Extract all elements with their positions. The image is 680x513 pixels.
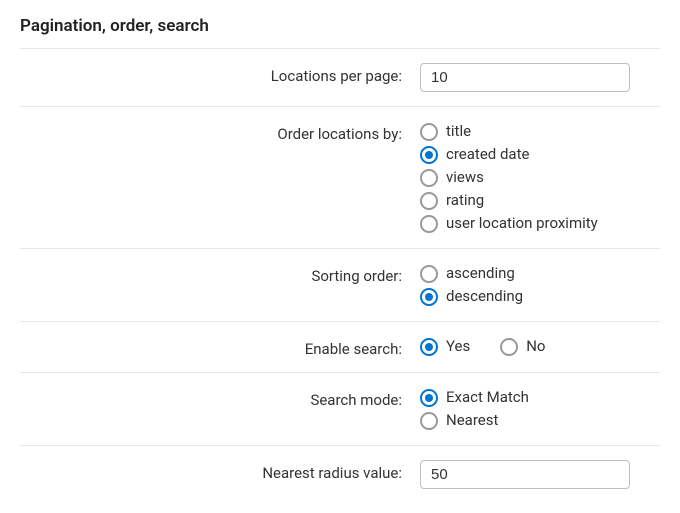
radio-label: No <box>526 336 545 357</box>
radio-label: views <box>446 167 484 188</box>
sorting-order-label: Sorting order: <box>20 263 420 285</box>
order-by-radio-group: title created date views rating user loc… <box>420 121 660 234</box>
nearest-radius-label: Nearest radius value: <box>20 460 420 482</box>
radio-label: title <box>446 121 471 142</box>
radio-icon <box>420 265 438 283</box>
radio-label: user location proximity <box>446 213 598 234</box>
search-mode-nearest[interactable]: Nearest <box>420 410 660 431</box>
order-by-label: Order locations by: <box>20 121 420 143</box>
section-title: Pagination, order, search <box>20 10 660 48</box>
radio-label: Yes <box>446 336 470 357</box>
sorting-descending[interactable]: descending <box>420 286 660 307</box>
locations-per-page-label: Locations per page: <box>20 63 420 85</box>
radio-label: ascending <box>446 263 515 284</box>
nearest-radius-input[interactable] <box>420 460 630 489</box>
radio-icon <box>420 192 438 210</box>
locations-per-page-input[interactable] <box>420 63 630 92</box>
order-by-created-date[interactable]: created date <box>420 144 660 165</box>
radio-icon <box>420 338 438 356</box>
radio-icon <box>420 169 438 187</box>
radio-icon <box>420 288 438 306</box>
search-mode-exact[interactable]: Exact Match <box>420 387 660 408</box>
radio-label: Nearest <box>446 410 498 431</box>
field-sorting-order: Sorting order: ascending descending <box>20 249 660 321</box>
order-by-proximity[interactable]: user location proximity <box>420 213 660 234</box>
radio-icon <box>420 123 438 141</box>
field-locations-per-page: Locations per page: <box>20 49 660 106</box>
enable-search-radio-group: Yes No <box>420 336 660 357</box>
order-by-rating[interactable]: rating <box>420 190 660 211</box>
enable-search-label: Enable search: <box>20 336 420 358</box>
radio-label: created date <box>446 144 529 165</box>
radio-label: Exact Match <box>446 387 529 408</box>
radio-label: descending <box>446 286 523 307</box>
search-mode-label: Search mode: <box>20 387 420 409</box>
field-nearest-radius: Nearest radius value: <box>20 446 660 503</box>
radio-icon <box>420 389 438 407</box>
enable-search-no[interactable]: No <box>500 336 545 357</box>
order-by-title[interactable]: title <box>420 121 660 142</box>
search-mode-radio-group: Exact Match Nearest <box>420 387 660 431</box>
enable-search-yes[interactable]: Yes <box>420 336 470 357</box>
radio-icon <box>420 146 438 164</box>
order-by-views[interactable]: views <box>420 167 660 188</box>
field-search-mode: Search mode: Exact Match Nearest <box>20 373 660 445</box>
radio-icon <box>500 338 518 356</box>
sorting-order-radio-group: ascending descending <box>420 263 660 307</box>
field-enable-search: Enable search: Yes No <box>20 322 660 372</box>
field-order-by: Order locations by: title created date v… <box>20 107 660 248</box>
radio-icon <box>420 215 438 233</box>
sorting-ascending[interactable]: ascending <box>420 263 660 284</box>
radio-label: rating <box>446 190 484 211</box>
radio-icon <box>420 412 438 430</box>
